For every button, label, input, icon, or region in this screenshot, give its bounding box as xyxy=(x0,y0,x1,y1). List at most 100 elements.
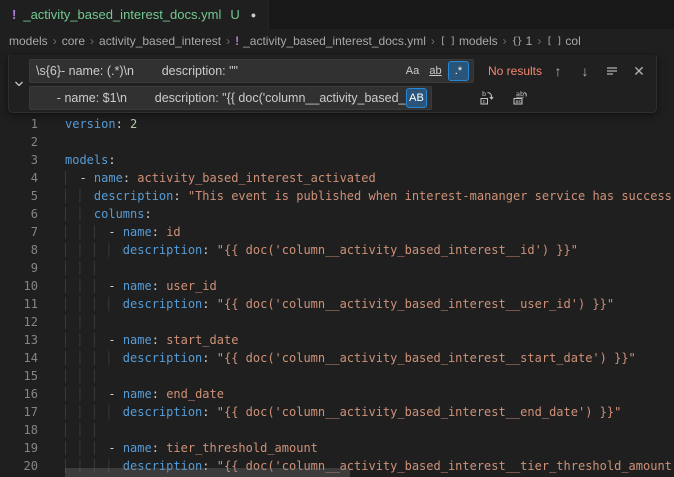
editor[interactable]: 1version: 223models:4 - name: activity_b… xyxy=(0,52,674,477)
line-number: 3 xyxy=(0,151,38,169)
code-line[interactable]: 7 - name: id xyxy=(0,223,674,241)
code-line-text: - name: start_date xyxy=(65,331,238,349)
code-line-text: - name: end_date xyxy=(65,385,224,403)
chevron-right-icon: › xyxy=(90,34,94,48)
code-line-text: description: "{{ doc('column__activity_b… xyxy=(65,241,578,259)
line-number: 6 xyxy=(0,205,38,223)
breadcrumb-label: models xyxy=(459,34,498,48)
code-line[interactable]: 16 - name: end_date xyxy=(0,385,674,403)
line-number: 10 xyxy=(0,277,38,295)
line-number: 13 xyxy=(0,331,38,349)
tab-bar: ! _activity_based_interest_docs.yml U ● xyxy=(0,0,674,30)
code-line[interactable]: 11 description: "{{ doc('column__activit… xyxy=(0,295,674,313)
code-line[interactable]: 1version: 2 xyxy=(0,115,674,133)
replace-input[interactable]: - name: $1\n description: "{{ doc('colum… xyxy=(29,86,432,110)
chevron-right-icon: › xyxy=(226,34,230,48)
code-line-text: version: 2 xyxy=(65,115,137,133)
code-line-text: columns: xyxy=(65,205,152,223)
code-line[interactable]: 17 description: "{{ doc('column__activit… xyxy=(0,403,674,421)
code-line[interactable]: 4 - name: activity_based_interest_activa… xyxy=(0,169,674,187)
find-in-selection-button[interactable] xyxy=(601,60,623,82)
replace-button[interactable]: b c xyxy=(476,87,498,109)
code-line[interactable]: 18 xyxy=(0,421,674,439)
svg-text:b: b xyxy=(482,90,486,98)
code-line[interactable]: 8 description: "{{ doc('column__activity… xyxy=(0,241,674,259)
whole-word-button[interactable]: ab xyxy=(425,61,446,81)
code-line[interactable]: 5 description: "This event is published … xyxy=(0,187,674,205)
code-line[interactable]: 15 xyxy=(0,367,674,385)
close-button[interactable]: ✕ xyxy=(628,60,650,82)
match-case-button[interactable]: Aa xyxy=(402,61,423,81)
code-line-text xyxy=(65,259,108,277)
breadcrumb-item[interactable]: {} 1 xyxy=(512,34,533,48)
find-query-text: \s{6}- name: (.*)\n description: "" xyxy=(36,64,402,78)
git-status-badge: U xyxy=(230,7,239,22)
breadcrumb-item[interactable]: models xyxy=(9,34,48,48)
symbol-icon: [ ] xyxy=(546,36,561,47)
next-match-button[interactable]: ↓ xyxy=(574,60,596,82)
toggle-replace-button[interactable] xyxy=(9,55,29,112)
code-line-text: - name: id xyxy=(65,223,181,241)
svg-text:c: c xyxy=(483,99,486,105)
breadcrumb-label: activity_based_interest xyxy=(99,34,221,48)
editor-tab[interactable]: ! _activity_based_interest_docs.yml U ● xyxy=(0,0,269,29)
code-line[interactable]: 3models: xyxy=(0,151,674,169)
line-number: 17 xyxy=(0,403,38,421)
code-line[interactable]: 12 xyxy=(0,313,674,331)
code-line[interactable]: 13 - name: start_date xyxy=(0,331,674,349)
code-line-text: - name: activity_based_interest_activate… xyxy=(65,169,376,187)
code-line-text: description: "{{ doc('column__activity_b… xyxy=(65,295,614,313)
chevron-right-icon: › xyxy=(503,34,507,48)
previous-match-button[interactable]: ↑ xyxy=(547,60,569,82)
breadcrumb-item[interactable]: activity_based_interest xyxy=(99,34,221,48)
line-number: 12 xyxy=(0,313,38,331)
code-line[interactable]: 14 description: "{{ doc('column__activit… xyxy=(0,349,674,367)
line-number: 14 xyxy=(0,349,38,367)
preserve-case-button[interactable]: AB xyxy=(406,88,427,108)
breadcrumb-item[interactable]: [ ]models xyxy=(440,34,498,48)
code-line-text: description: "This event is published wh… xyxy=(65,187,672,205)
regex-button[interactable]: .* xyxy=(448,61,469,81)
line-number: 8 xyxy=(0,241,38,259)
code-line-text: description: "{{ doc('column__activity_b… xyxy=(65,403,621,421)
breadcrumb-label: _activity_based_interest_docs.yml xyxy=(243,34,426,48)
yaml-file-icon: ! xyxy=(235,34,239,48)
code-line[interactable]: 19 - name: tier_threshold_amount xyxy=(0,439,674,457)
code-line[interactable]: 2 xyxy=(0,133,674,151)
find-input[interactable]: \s{6}- name: (.*)\n description: "" Aa a… xyxy=(29,59,474,83)
code-line-text xyxy=(65,421,108,439)
line-number: 9 xyxy=(0,259,38,277)
code-line-text: description: "{{ doc('column__activity_b… xyxy=(65,349,636,367)
find-status: No results xyxy=(488,64,542,78)
chevron-down-icon xyxy=(13,78,25,90)
code-line[interactable]: 6 columns: xyxy=(0,205,674,223)
replace-all-button[interactable]: ab ac xyxy=(509,87,531,109)
symbol-icon: {} xyxy=(512,36,522,47)
breadcrumb-label: 1 xyxy=(526,34,533,48)
replace-all-icon: ab ac xyxy=(512,90,528,106)
modified-indicator-icon[interactable]: ● xyxy=(251,10,256,20)
breadcrumb-item[interactable]: [ ]col xyxy=(546,34,580,48)
chevron-right-icon: › xyxy=(53,34,57,48)
find-replace-widget: \s{6}- name: (.*)\n description: "" Aa a… xyxy=(8,55,657,113)
line-number: 20 xyxy=(0,457,38,475)
line-number: 18 xyxy=(0,421,38,439)
code-line[interactable]: 9 xyxy=(0,259,674,277)
breadcrumb: models › core › activity_based_interest ›! _ac… xyxy=(0,30,674,52)
code-line-text: - name: tier_threshold_amount xyxy=(65,439,318,457)
line-number: 16 xyxy=(0,385,38,403)
chevron-right-icon: › xyxy=(537,34,541,48)
breadcrumb-item[interactable]: ! _activity_based_interest_docs.yml xyxy=(235,34,426,48)
code-line[interactable]: 10 - name: user_id xyxy=(0,277,674,295)
horizontal-scrollbar[interactable] xyxy=(65,468,350,477)
chevron-right-icon: › xyxy=(431,34,435,48)
breadcrumb-label: core xyxy=(62,34,85,48)
selection-lines-icon xyxy=(605,64,619,78)
line-number: 7 xyxy=(0,223,38,241)
yaml-file-icon: ! xyxy=(12,7,16,22)
breadcrumb-item[interactable]: core xyxy=(62,34,85,48)
code-line-text: - name: user_id xyxy=(65,277,217,295)
code-lines: 1version: 223models:4 - name: activity_b… xyxy=(0,52,674,475)
code-line-text xyxy=(65,313,108,331)
replace-icon: b c xyxy=(479,90,495,106)
